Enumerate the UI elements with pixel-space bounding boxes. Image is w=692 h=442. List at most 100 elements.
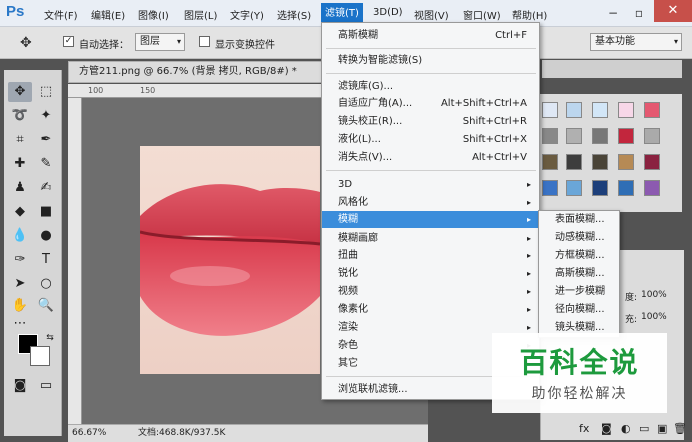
ellipse-icon[interactable]: ○ [34,274,58,294]
style-swatch[interactable] [592,102,608,118]
menu-item-adaptive-wide[interactable]: 自适应广角(A)... Alt+Shift+Ctrl+A [322,95,539,112]
style-swatch[interactable] [542,102,558,118]
magic-wand-icon[interactable]: ✦ [34,106,58,126]
style-swatch[interactable] [618,180,634,196]
stamp-icon[interactable]: ♟ [8,178,32,198]
style-swatch[interactable] [644,102,660,118]
screen-mode-icon[interactable]: ▭ [34,376,58,396]
menu-item-distort[interactable]: 扭曲 ▸ [322,247,539,264]
style-swatch[interactable] [542,154,558,170]
auto-select-checkbox[interactable]: ✓ [63,36,74,47]
fill-label: 充: [625,315,638,325]
fx-icon[interactable]: fx [579,422,589,435]
style-swatch[interactable] [644,128,660,144]
eraser-icon[interactable]: ◆ [8,202,32,222]
menu-type[interactable]: 文字(Y) [230,7,264,22]
crop-icon[interactable]: ⌗ [8,130,32,150]
dodge-icon[interactable]: ● [34,226,58,246]
style-swatch[interactable] [592,154,608,170]
show-transform-label: 显示变换控件 [215,40,275,51]
close-icon[interactable]: ✕ [654,0,692,22]
style-swatch[interactable] [644,180,660,196]
menu-view[interactable]: 视图(V) [414,7,449,22]
healing-brush-icon[interactable]: ✚ [8,154,32,174]
menu-file[interactable]: 文件(F) [44,7,78,22]
lasso-icon[interactable]: ➰ [8,106,32,126]
auto-select-dropdown[interactable]: 图层 ▾ [135,33,185,51]
menu-item-video[interactable]: 视频 ▸ [322,283,539,300]
menu-item-gaussian-blur-last[interactable]: 高斯模糊 Ctrl+F [322,27,539,44]
brush-icon[interactable]: ✎ [34,154,58,174]
marquee-icon[interactable]: ⬚ [34,82,58,102]
menu-item-stylize[interactable]: 风格化 ▸ [322,194,539,211]
style-swatch[interactable] [566,180,582,196]
history-brush-icon[interactable]: ✍ [34,178,58,198]
type-icon[interactable]: T [34,250,58,270]
menu-edit[interactable]: 编辑(E) [91,7,125,22]
style-swatch[interactable] [542,180,558,196]
menu-item-lens-correction[interactable]: 镜头校正(R)... Shift+Ctrl+R [322,113,539,130]
pen-icon[interactable]: ✑ [8,250,32,270]
style-swatch[interactable] [566,102,582,118]
show-transform-checkbox[interactable] [199,36,210,47]
swap-colors-icon[interactable]: ⇆ [38,328,62,348]
menu-item-liquify[interactable]: 液化(L)... Shift+Ctrl+X [322,131,539,148]
mask-icon[interactable]: ◙ [601,422,612,435]
style-swatch[interactable] [644,154,660,170]
new-layer-icon[interactable]: ▣ [657,422,667,435]
submenu-item-gaussian-blur[interactable]: 高斯模糊... [539,265,619,283]
style-swatch[interactable] [618,102,634,118]
ruler-tick-label: 150 [140,86,156,95]
menu-image[interactable]: 图像(I) [138,7,169,22]
menu-item-pixelate[interactable]: 像素化 ▸ [322,301,539,318]
zoom-icon[interactable]: 🔍 [34,296,58,316]
adjustment-icon[interactable]: ◐ [621,422,631,435]
menu-item-3d[interactable]: 3D ▸ [322,176,539,193]
gradient-icon[interactable]: ■ [34,202,58,222]
menu-3d[interactable]: 3D(D) [373,7,403,18]
submenu-item-surface-blur[interactable]: 表面模糊... [539,211,619,229]
vertical-ruler [68,98,82,424]
background-color[interactable] [30,346,50,366]
menu-select[interactable]: 选择(S) [277,7,311,22]
opacity-value[interactable]: 100% [641,290,667,300]
zoom-level[interactable]: 66.67% [72,425,106,442]
menu-layer[interactable]: 图层(L) [184,7,217,22]
menu-window[interactable]: 窗口(W) [463,7,501,22]
style-swatch[interactable] [592,128,608,144]
menu-item-filter-gallery[interactable]: 滤镜库(G)... [322,78,539,95]
menu-help[interactable]: 帮助(H) [512,7,547,22]
menu-item-blur-gallery[interactable]: 模糊画廊 ▸ [322,230,539,247]
submenu-item-radial-blur[interactable]: 径向模糊... [539,301,619,319]
watermark-subtitle: 助你轻松解决 [531,386,628,402]
submenu-item-motion-blur[interactable]: 动感模糊... [539,229,619,247]
style-swatch[interactable] [618,154,634,170]
hand-icon[interactable]: ✋ [8,296,32,316]
move-icon[interactable]: ✥ [8,82,32,102]
minimize-icon[interactable]: − [602,4,624,22]
style-swatch[interactable] [566,154,582,170]
menu-item-smart-filter[interactable]: 转换为智能滤镜(S) [322,52,539,69]
quick-mask-icon[interactable]: ◙ [8,376,32,396]
path-select-icon[interactable]: ➤ [8,274,32,294]
style-swatch[interactable] [618,128,634,144]
fill-value[interactable]: 100% [641,312,667,322]
style-swatch[interactable] [542,128,558,144]
style-swatch[interactable] [566,128,582,144]
move-tool-icon[interactable]: ✥ [20,35,32,51]
menu-item-blur[interactable]: 模糊 ▸ [322,211,539,228]
trash-icon[interactable]: 🗑 [673,422,687,435]
workspace-dropdown[interactable]: 基本功能 ▾ [590,33,682,51]
submenu-item-blur-more[interactable]: 进一步模糊 [539,283,619,301]
menu-item-vanishing-point[interactable]: 消失点(V)... Alt+Ctrl+V [322,149,539,166]
more-tools-icon[interactable]: ⋯ [8,314,32,334]
document-canvas[interactable] [140,146,320,374]
menu-item-sharpen[interactable]: 锐化 ▸ [322,265,539,282]
maximize-icon[interactable]: ▫ [628,4,650,22]
eyedropper-icon[interactable]: ✒ [34,130,58,150]
style-swatch[interactable] [592,180,608,196]
folder-icon[interactable]: ▭ [639,422,649,435]
submenu-item-box-blur[interactable]: 方框模糊... [539,247,619,265]
opacity-label: 度: [625,293,638,303]
blur-icon[interactable]: 💧 [8,226,32,246]
